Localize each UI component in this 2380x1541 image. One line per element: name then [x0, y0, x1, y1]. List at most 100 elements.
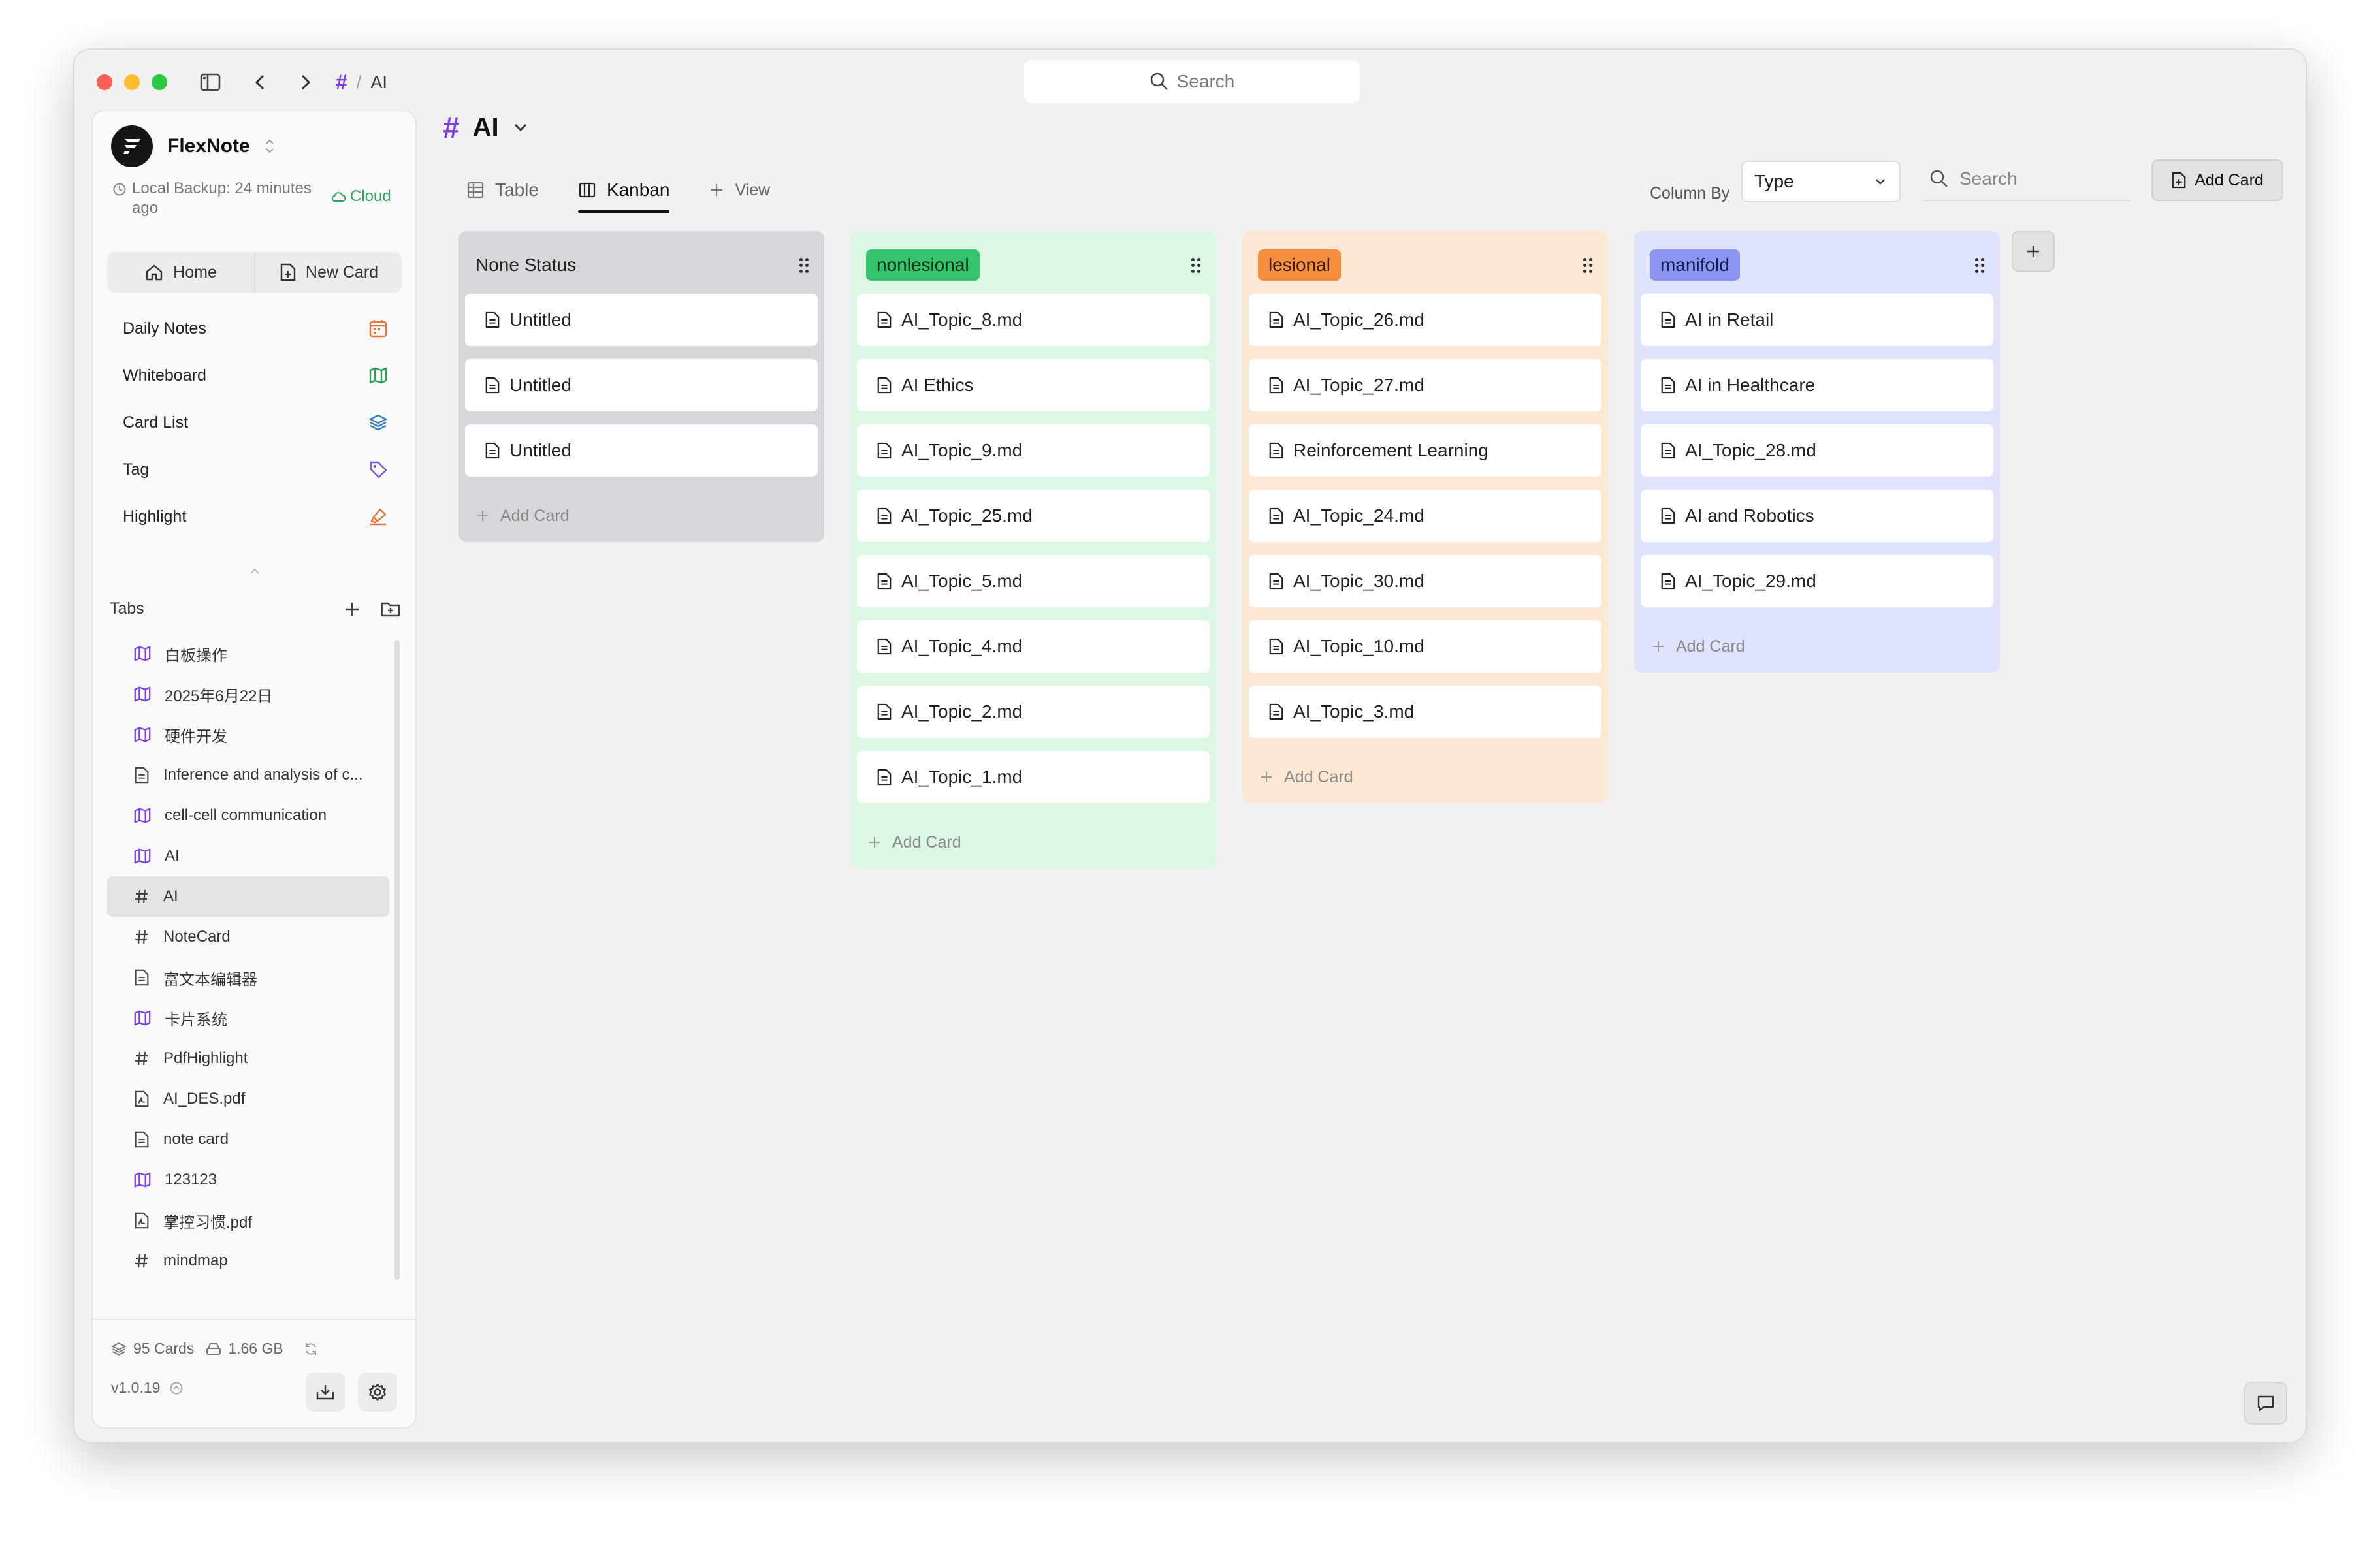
storage-summary: 95 Cards 1.66 GB	[111, 1340, 319, 1358]
close-window-button[interactable]	[97, 74, 112, 90]
tab-item[interactable]: cell-cell communication	[107, 795, 389, 836]
settings-button[interactable]	[358, 1373, 397, 1412]
workspace-switcher[interactable]: FlexNote	[111, 125, 275, 167]
kanban-card[interactable]: AI_Topic_26.md	[1249, 294, 1601, 346]
tab-item[interactable]: NoteCard	[107, 917, 389, 957]
add-card-button[interactable]: Add Card	[2151, 159, 2283, 201]
back-arrow-icon[interactable]	[246, 68, 274, 97]
kanban-card[interactable]: AI_Topic_8.md	[857, 294, 1210, 346]
kanban-card[interactable]: Reinforcement Learning	[1249, 424, 1601, 477]
card-title: AI_Topic_2.md	[901, 701, 1023, 722]
sync-icon[interactable]	[303, 1341, 319, 1357]
map-icon	[133, 644, 152, 663]
folder-plus-icon[interactable]	[380, 600, 401, 618]
tab-item-label: mindmap	[163, 1252, 228, 1269]
kanban-card[interactable]: AI_Topic_29.md	[1641, 555, 1993, 607]
drag-handle-icon[interactable]	[799, 257, 809, 273]
app-window: # / AI Search FlexNote Local Backup: 24 …	[73, 48, 2307, 1443]
column-title: None Status	[475, 255, 577, 275]
tab-item[interactable]: mindmap	[107, 1241, 389, 1281]
column-add-card-button[interactable]: Add Card	[465, 490, 818, 542]
new-card-button[interactable]: New Card	[255, 252, 402, 293]
column-add-card-button[interactable]: Add Card	[857, 816, 1210, 868]
kanban-card[interactable]: AI_Topic_28.md	[1641, 424, 1993, 477]
nav-whiteboard[interactable]: Whiteboard	[107, 354, 402, 397]
kanban-card[interactable]: Untitled	[465, 424, 818, 477]
global-search[interactable]: Search	[1024, 60, 1360, 103]
home-button[interactable]: Home	[107, 252, 255, 293]
tab-list-scrollbar[interactable]	[394, 640, 400, 1280]
tab-kanban[interactable]: Kanban	[577, 167, 669, 213]
sidebar-toggle-icon[interactable]	[196, 68, 225, 97]
tab-item[interactable]: AI_DES.pdf	[107, 1079, 389, 1119]
add-column-button[interactable]	[2012, 231, 2055, 272]
breadcrumb-current[interactable]: AI	[370, 72, 387, 93]
kanban-card[interactable]: Untitled	[465, 359, 818, 411]
kanban-card[interactable]: AI and Robotics	[1641, 490, 1993, 542]
column-header[interactable]: None Status	[465, 236, 818, 294]
column-header[interactable]: nonlesional	[857, 236, 1210, 294]
zoom-window-button[interactable]	[152, 74, 167, 90]
kanban-card[interactable]: AI_Topic_25.md	[857, 490, 1210, 542]
add-view-button[interactable]: View	[709, 167, 770, 213]
import-button[interactable]	[306, 1373, 345, 1412]
column-add-card-button[interactable]: Add Card	[1641, 620, 1993, 673]
feedback-button[interactable]	[2244, 1382, 2287, 1425]
tab-item[interactable]: 富文本编辑器	[107, 957, 389, 998]
kanban-card[interactable]: AI in Healthcare	[1641, 359, 1993, 411]
chevron-down-icon[interactable]	[512, 121, 529, 134]
tab-item[interactable]: 硬件开发	[107, 714, 389, 755]
kanban-card[interactable]: Untitled	[465, 294, 818, 346]
forward-arrow-icon[interactable]	[291, 68, 320, 97]
nav-highlight[interactable]: Highlight	[107, 495, 402, 538]
drag-handle-icon[interactable]	[1975, 257, 1984, 273]
kanban-card[interactable]: AI in Retail	[1641, 294, 1993, 346]
cloud-label: Cloud	[350, 187, 391, 205]
kanban-card[interactable]: AI Ethics	[857, 359, 1210, 411]
kanban-card[interactable]: AI_Topic_5.md	[857, 555, 1210, 607]
pdf-icon	[133, 1090, 150, 1108]
tab-item[interactable]: Inference and analysis of c...	[107, 755, 389, 795]
minimize-window-button[interactable]	[124, 74, 140, 90]
tab-item[interactable]: PdfHighlight	[107, 1038, 389, 1079]
page-title[interactable]: # AI	[443, 110, 529, 145]
kanban-card[interactable]: AI_Topic_24.md	[1249, 490, 1601, 542]
tab-item[interactable]: 2025年6月22日	[107, 674, 389, 714]
tab-item[interactable]: 123123	[107, 1160, 389, 1200]
drag-handle-icon[interactable]	[1191, 257, 1200, 273]
kanban-card[interactable]: AI_Topic_10.md	[1249, 620, 1601, 673]
tab-item[interactable]: 白板操作	[107, 633, 389, 674]
plus-icon	[711, 184, 723, 196]
kanban-card[interactable]: AI_Topic_1.md	[857, 751, 1210, 803]
tab-item[interactable]: note card	[107, 1119, 389, 1160]
card-title: Reinforcement Learning	[1293, 440, 1488, 460]
kanban-card[interactable]: AI_Topic_3.md	[1249, 686, 1601, 738]
kanban-card[interactable]: AI_Topic_4.md	[857, 620, 1210, 673]
kanban-card[interactable]: AI_Topic_30.md	[1249, 555, 1601, 607]
column-by-select[interactable]: Type	[1741, 161, 1901, 202]
kanban-card[interactable]: AI_Topic_9.md	[857, 424, 1210, 477]
nav-daily-notes[interactable]: Daily Notes	[107, 307, 402, 350]
plus-icon[interactable]	[344, 601, 361, 618]
document-icon	[1660, 441, 1676, 460]
column-add-card-button[interactable]: Add Card	[1249, 751, 1601, 803]
nav-card-list[interactable]: Card List	[107, 401, 402, 444]
highlighter-icon	[370, 508, 387, 526]
kanban-card[interactable]: AI_Topic_2.md	[857, 686, 1210, 738]
cloud-status[interactable]: Cloud	[330, 187, 391, 206]
tab-item[interactable]: AI	[107, 836, 389, 876]
tab-item[interactable]: 卡片系统	[107, 998, 389, 1038]
collapse-chevron-icon[interactable]	[248, 567, 261, 576]
kanban-column: None Status Untitled Untitled Untitled Add C…	[458, 231, 824, 542]
nav-tag[interactable]: Tag	[107, 448, 402, 491]
column-header[interactable]: manifold	[1641, 236, 1993, 294]
kanban-search-input[interactable]: Search	[1923, 158, 2131, 201]
tab-item[interactable]: 掌控习惯.pdf	[107, 1200, 389, 1241]
kanban-card[interactable]: AI_Topic_27.md	[1249, 359, 1601, 411]
tab-item[interactable]: AI	[107, 876, 389, 917]
column-header[interactable]: lesional	[1249, 236, 1601, 294]
update-icon[interactable]	[169, 1381, 184, 1395]
plus-icon	[1653, 641, 1664, 652]
tab-table[interactable]: Table	[466, 167, 539, 213]
drag-handle-icon[interactable]	[1583, 257, 1592, 273]
